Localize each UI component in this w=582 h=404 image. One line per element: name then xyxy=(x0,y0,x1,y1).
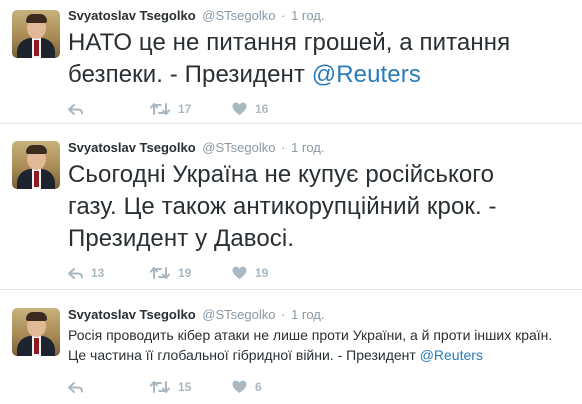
tweet-text: НАТО це не питання грошей, а питання без… xyxy=(68,27,573,91)
tweet-text-body: Сьогодні Україна не купує російського га… xyxy=(68,161,497,252)
tweet[interactable]: Svyatoslav Tsegolko @STsegolko · 1 год. … xyxy=(0,0,582,124)
like-count: 19 xyxy=(255,266,269,280)
like-button[interactable]: 19 xyxy=(232,265,268,281)
timestamp[interactable]: 1 год. xyxy=(291,140,324,155)
tweet-text-body: НАТО це не питання грошей, а питання без… xyxy=(68,29,511,88)
like-count: 6 xyxy=(255,380,262,394)
like-button[interactable]: 6 xyxy=(232,379,262,395)
retweet-icon xyxy=(150,102,170,116)
like-button[interactable]: 16 xyxy=(232,101,268,117)
tweet[interactable]: Svyatoslav Tsegolko @STsegolko · 1 год. … xyxy=(0,291,582,404)
retweet-count: 17 xyxy=(178,102,192,116)
retweet-icon xyxy=(150,266,170,280)
reply-icon xyxy=(68,103,83,116)
author-name[interactable]: Svyatoslav Tsegolko xyxy=(68,8,196,23)
reply-button[interactable]: 13 xyxy=(68,265,104,281)
retweet-button[interactable]: 17 xyxy=(150,101,191,117)
avatar[interactable] xyxy=(12,141,60,189)
reply-count: 13 xyxy=(91,266,105,280)
author-handle[interactable]: @STsegolko xyxy=(202,8,275,23)
retweet-button[interactable]: 15 xyxy=(150,379,191,395)
author-name[interactable]: Svyatoslav Tsegolko xyxy=(68,140,196,155)
reply-button[interactable] xyxy=(68,101,83,117)
reply-icon xyxy=(68,267,83,280)
avatar[interactable] xyxy=(12,308,60,356)
like-count: 16 xyxy=(255,102,269,116)
avatar[interactable] xyxy=(12,10,60,58)
heart-icon xyxy=(232,102,247,116)
retweet-count: 19 xyxy=(178,266,192,280)
heart-icon xyxy=(232,380,247,394)
separator-dot: · xyxy=(281,8,286,23)
author-handle[interactable]: @STsegolko xyxy=(202,307,275,322)
retweet-count: 15 xyxy=(178,380,192,394)
timestamp[interactable]: 1 год. xyxy=(291,8,324,23)
mention-link[interactable]: @Reuters xyxy=(312,61,421,88)
separator-dot: · xyxy=(281,307,286,322)
retweet-icon xyxy=(150,380,170,394)
reply-icon xyxy=(68,381,83,394)
author-name[interactable]: Svyatoslav Tsegolko xyxy=(68,307,196,322)
heart-icon xyxy=(232,266,247,280)
mention-link[interactable]: @Reuters xyxy=(420,347,483,363)
author-handle[interactable]: @STsegolko xyxy=(202,140,275,155)
reply-button[interactable] xyxy=(68,379,83,395)
timestamp[interactable]: 1 год. xyxy=(291,307,324,322)
separator-dot: · xyxy=(281,140,286,155)
tweet[interactable]: Svyatoslav Tsegolko @STsegolko · 1 год. … xyxy=(0,125,582,290)
retweet-button[interactable]: 19 xyxy=(150,265,191,281)
tweet-text: Сьогодні Україна не купує російського га… xyxy=(68,159,546,255)
tweet-text: Росія проводить кібер атаки не лише прот… xyxy=(68,325,573,365)
